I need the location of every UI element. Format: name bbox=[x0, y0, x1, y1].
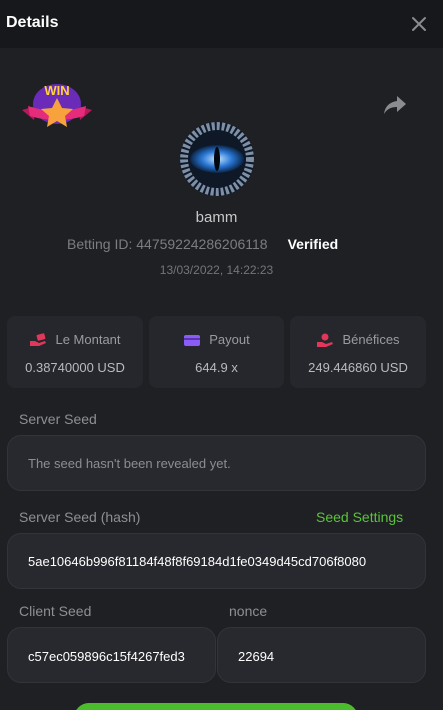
nonce-value: 22694 bbox=[238, 649, 275, 664]
stat-amount-value: 0.38740000 USD bbox=[25, 360, 125, 375]
server-seed-hash-label: Server Seed (hash) bbox=[19, 509, 141, 525]
client-seed-field[interactable]: c57ec059896c15f4267fed3 bbox=[7, 627, 216, 683]
username: bamm bbox=[195, 209, 238, 226]
client-seed-value: c57ec059896c15f4267fed3 bbox=[28, 649, 185, 664]
stat-profit-value: 249.446860 USD bbox=[308, 360, 408, 375]
server-seed-hash-field[interactable]: 5ae10646b996f81184f48f8f69184d1fe0349d45… bbox=[7, 533, 426, 589]
money-hand-icon bbox=[30, 332, 47, 346]
close-icon[interactable] bbox=[407, 12, 431, 36]
server-seed-hash-value: 5ae10646b996f81184f48f8f69184d1fe0349d45… bbox=[28, 554, 367, 569]
stat-amount-label: Le Montant bbox=[55, 332, 121, 347]
win-badge-text: WIN bbox=[44, 83, 69, 98]
nonce-label: nonce bbox=[229, 603, 268, 619]
betting-id: Betting ID: 44759224286206118 bbox=[67, 236, 268, 252]
client-seed-label: Client Seed bbox=[19, 603, 92, 619]
win-badge-icon: WIN bbox=[22, 83, 92, 127]
seed-settings-link[interactable]: Seed Settings bbox=[316, 509, 403, 525]
betting-id-row: Betting ID: 44759224286206118 Verified bbox=[67, 236, 338, 252]
server-seed-label: Server Seed bbox=[19, 411, 97, 427]
bet-datetime: 13/03/2022, 14:22:23 bbox=[159, 263, 274, 277]
stat-profit-label: Bénéfices bbox=[342, 332, 400, 347]
stat-amount: Le Montant 0.38740000 USD bbox=[7, 316, 143, 388]
avatar bbox=[180, 122, 254, 196]
verified-badge: Verified bbox=[287, 236, 339, 252]
nonce-field[interactable]: 22694 bbox=[217, 627, 426, 683]
wallet-icon bbox=[184, 334, 201, 346]
server-seed-value: The seed hasn't been revealed yet. bbox=[28, 456, 231, 471]
modal-header: Details bbox=[0, 0, 443, 48]
share-icon[interactable] bbox=[383, 94, 407, 116]
profit-hand-icon bbox=[317, 333, 334, 347]
stat-payout-label: Payout bbox=[209, 332, 250, 347]
stat-payout-value: 644.9 x bbox=[195, 360, 238, 375]
action-button[interactable] bbox=[74, 703, 358, 710]
stat-payout: Payout 644.9 x bbox=[149, 316, 284, 388]
modal-title: Details bbox=[6, 14, 59, 31]
server-seed-field: The seed hasn't been revealed yet. bbox=[7, 435, 426, 491]
stat-profit: Bénéfices 249.446860 USD bbox=[290, 316, 426, 388]
